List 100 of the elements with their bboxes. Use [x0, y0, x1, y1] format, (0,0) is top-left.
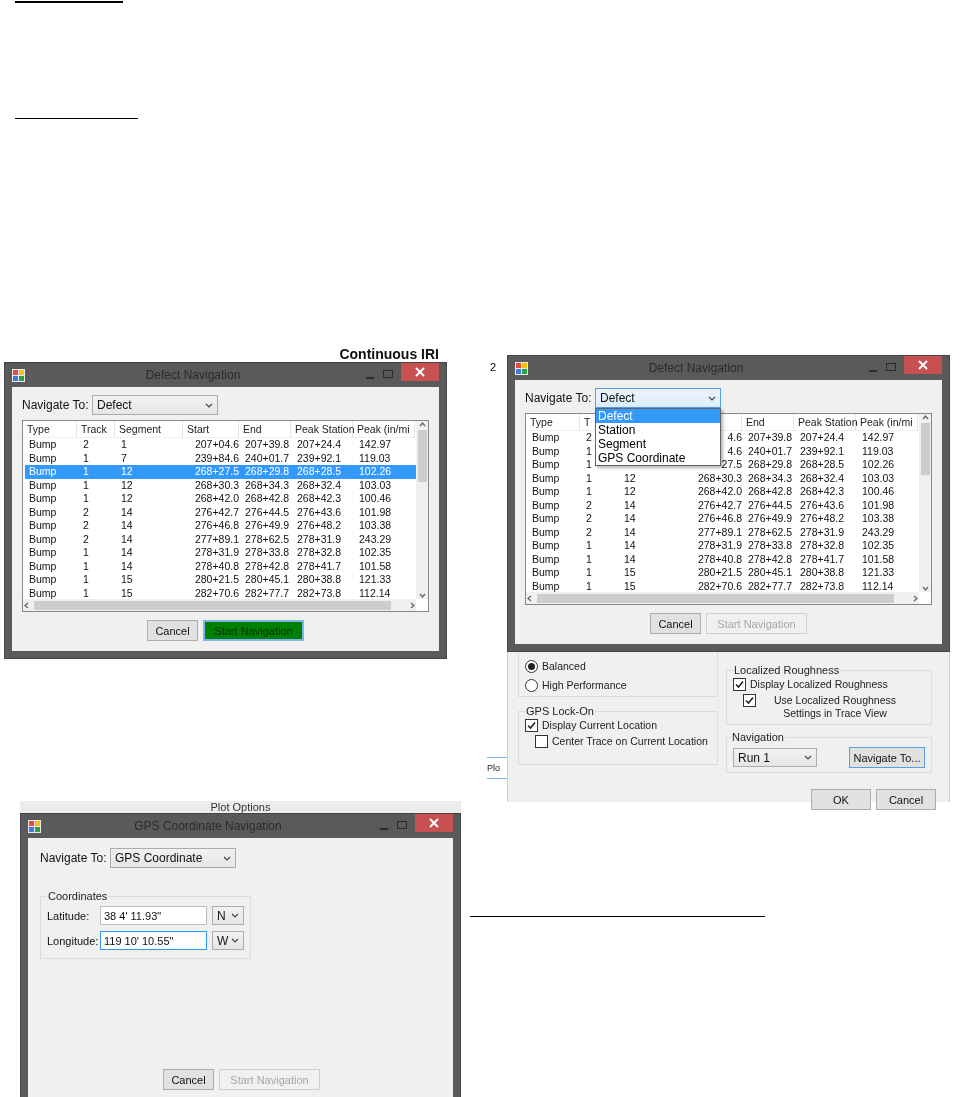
column-header[interactable]: Peak Station — [295, 423, 355, 435]
column-header[interactable]: End — [746, 416, 765, 428]
table-cell: 280+38.8 — [800, 566, 845, 580]
column-header[interactable]: Segment — [119, 423, 162, 435]
column-header[interactable]: T — [584, 416, 591, 428]
column-header[interactable]: Peak (in/mi — [357, 423, 410, 435]
column-header[interactable]: Start — [187, 423, 210, 435]
table-cell: 14 — [121, 532, 133, 546]
navigate-dropdown[interactable]: Defect — [92, 395, 218, 415]
column-header[interactable]: Track — [81, 423, 107, 435]
table-cell: Bump — [532, 431, 560, 445]
ok-button[interactable]: OK — [811, 789, 871, 810]
table-cell: 1 — [83, 573, 89, 587]
scroll-thumb[interactable] — [417, 430, 427, 482]
column-header[interactable]: Type — [530, 416, 553, 428]
cancel-button[interactable]: Cancel — [650, 613, 701, 634]
table-cell: 278+62.5 — [748, 525, 793, 539]
cancel-button[interactable]: Cancel — [163, 1069, 214, 1090]
scroll-thumb[interactable] — [920, 423, 930, 475]
radio-button[interactable] — [525, 660, 538, 673]
table-cell: 14 — [624, 552, 636, 566]
navigate-dropdown[interactable]: Defect — [595, 388, 721, 408]
table-cell: 102.26 — [359, 465, 392, 479]
table-cell: 1 — [586, 485, 592, 499]
field-label: Latitude: — [47, 909, 91, 922]
window-title: Plot Options — [210, 801, 271, 813]
dropdown-option[interactable]: GPS Coordinate — [596, 451, 720, 465]
scroll-up-icon[interactable] — [418, 421, 426, 428]
table-cell: 1 — [83, 492, 89, 506]
chevron-icon — [804, 755, 812, 760]
column-header[interactable]: Type — [27, 423, 50, 435]
table-cell: 1 — [586, 458, 592, 472]
table-cell: 268+29.8 — [245, 465, 290, 479]
table-cell: 14 — [121, 546, 133, 560]
table-cell: 15 — [121, 586, 133, 599]
navigate-to-button[interactable]: Navigate To... — [849, 747, 925, 768]
dropdown-option[interactable]: Segment — [596, 437, 720, 451]
scroll-left-icon[interactable] — [526, 594, 533, 602]
table-cell: 278+33.8 — [748, 539, 793, 553]
cancel-button[interactable]: Cancel — [147, 620, 198, 641]
column-header[interactable]: End — [243, 423, 262, 435]
run-dropdown[interactable]: Run 1 — [733, 748, 817, 767]
group-title: GPS Lock-On — [525, 705, 595, 717]
checkbox[interactable] — [743, 694, 756, 707]
table-cell: 101.98 — [359, 505, 392, 519]
scroll-thumb[interactable] — [34, 600, 391, 610]
vertical-scrollbar[interactable] — [416, 421, 428, 599]
vertical-scrollbar[interactable] — [919, 414, 931, 592]
table-cell: Bump — [29, 465, 57, 479]
table-cell: 282+70.6 — [194, 586, 239, 599]
table-cell: 268+27.5 — [194, 465, 239, 479]
app-icon — [515, 361, 528, 375]
close-button[interactable] — [415, 814, 453, 832]
scroll-down-icon[interactable] — [418, 592, 426, 599]
column-header[interactable]: Peak (in/mi — [860, 416, 913, 428]
scroll-right-icon[interactable] — [912, 594, 919, 602]
table-cell: 276+43.6 — [800, 498, 845, 512]
horizontal-scrollbar[interactable] — [23, 599, 416, 611]
scroll-left-icon[interactable] — [23, 601, 30, 609]
cancel-button[interactable]: Cancel — [876, 789, 936, 810]
hemisphere-dropdown[interactable]: N — [212, 906, 244, 925]
table-cell: Bump — [532, 458, 560, 472]
checkbox[interactable] — [525, 719, 538, 732]
radio-label: Balanced — [542, 660, 586, 673]
column-header[interactable]: Peak Station — [798, 416, 858, 428]
table-cell: 121.33 — [359, 573, 392, 587]
table-cell: 103.03 — [862, 471, 895, 485]
table-cell: 101.58 — [862, 552, 895, 566]
coordinate-field[interactable]: 119 10' 10.55" — [100, 931, 207, 950]
radio-button[interactable] — [525, 679, 538, 692]
navigate-dropdown[interactable]: GPS Coordinate — [110, 848, 236, 868]
table-cell: Bump — [532, 552, 560, 566]
dropdown-option[interactable]: Station — [596, 423, 720, 437]
scroll-down-icon[interactable] — [921, 585, 929, 592]
table-cell: 1 — [586, 566, 592, 580]
table-cell: 2 — [83, 505, 89, 519]
close-button[interactable] — [904, 356, 942, 374]
table-cell: 14 — [121, 519, 133, 533]
close-button[interactable] — [401, 363, 439, 381]
table-cell: 239+84.6 — [194, 451, 239, 465]
table-cell: Bump — [532, 539, 560, 553]
hemisphere-dropdown[interactable]: W — [212, 931, 244, 950]
coordinate-field[interactable]: 38 4' 11.93" — [100, 906, 207, 925]
table-cell: 276+43.6 — [297, 505, 342, 519]
table-cell: 4.6 — [727, 444, 742, 458]
table-cell: 278+31.9 — [194, 546, 239, 560]
table-cell: 282+77.7 — [748, 579, 793, 592]
chevron-icon — [708, 395, 716, 401]
table-cell: 121.33 — [862, 566, 895, 580]
scroll-thumb[interactable] — [537, 593, 894, 603]
table-cell: 12 — [121, 478, 133, 492]
table-cell: 2 — [83, 438, 89, 452]
table-cell: 207+24.4 — [297, 438, 342, 452]
checkbox[interactable] — [733, 678, 746, 691]
horizontal-scrollbar[interactable] — [526, 592, 919, 604]
scroll-right-icon[interactable] — [409, 601, 416, 609]
table-cell: 268+34.3 — [245, 478, 290, 492]
checkbox[interactable] — [535, 735, 548, 748]
table-cell: 280+21.5 — [194, 573, 239, 587]
scroll-up-icon[interactable] — [921, 414, 929, 421]
